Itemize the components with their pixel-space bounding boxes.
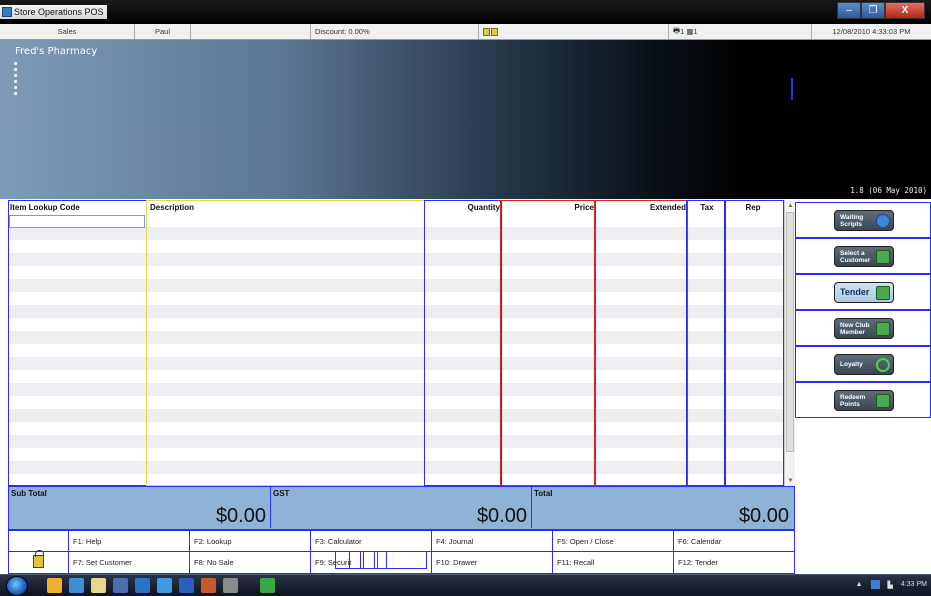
lock-status-field [479, 24, 669, 39]
scroll-down-icon[interactable]: ▼ [785, 475, 796, 486]
tray-clock[interactable]: 4:33 PM [901, 581, 927, 588]
gst-box: GST $0.00 [271, 487, 532, 528]
f8-no-sale-button[interactable]: F8: No Sale [190, 552, 311, 573]
taskbar-app-icon[interactable] [201, 578, 216, 593]
tray-app-icon[interactable] [870, 580, 880, 589]
dots-icon [14, 62, 18, 98]
function-keys: F1: Help F2: Lookup F3: Calculator F4: J… [8, 530, 795, 574]
grid-scrollbar[interactable]: ▲ ▼ [784, 200, 795, 486]
redeem-points-button[interactable]: Redeem Points [795, 382, 931, 418]
drawer-number: 1 [693, 27, 698, 36]
f7-set-customer-button[interactable]: F7: Set Customer [69, 552, 190, 573]
security-icon [483, 27, 490, 36]
heart-icon [876, 358, 890, 372]
overlay-marker [363, 551, 375, 569]
tray-expand-icon[interactable]: ▲ [856, 581, 863, 588]
taskbar-app-icon[interactable] [135, 578, 150, 593]
points-icon [876, 394, 890, 408]
window-title: Store Operations POS [14, 7, 104, 17]
f5-open-close-button[interactable]: F5: Open / Close [553, 531, 674, 552]
total-value: $0.00 [738, 505, 789, 527]
taskbar: ▲ ▙ 4:33 PM [0, 574, 931, 596]
item-grid[interactable]: Item Lookup Code Description Quantity Pr… [8, 200, 795, 486]
taskbar-app-icon[interactable] [157, 578, 172, 593]
column-header-quantity[interactable]: Quantity [426, 200, 502, 214]
cursor-marker [791, 78, 793, 100]
waiting-scripts-button[interactable]: Waiting Scripts [795, 202, 931, 238]
member-icon [876, 322, 890, 336]
maximize-button[interactable]: ❐ [861, 2, 885, 19]
subtotal-label: Sub Total [11, 489, 47, 498]
new-club-member-button[interactable]: New Club Member [795, 310, 931, 346]
mode-field: Sales [0, 24, 135, 39]
scroll-thumb[interactable] [786, 212, 794, 452]
f2-lookup-button[interactable]: F2: Lookup [190, 531, 311, 552]
column-header-lookup[interactable]: Item Lookup Code [8, 200, 146, 214]
register-field: 🖶 1 ▦ 1 [669, 24, 812, 39]
total-box: Total $0.00 [532, 487, 793, 528]
subtotal-box: Sub Total $0.00 [9, 487, 271, 528]
pos-window: Store Operations POS – ❐ X Sales Paul Di… [0, 0, 931, 596]
f10-drawer-button[interactable]: F10: Drawer [432, 552, 553, 573]
tender-icon [876, 286, 890, 300]
taskbar-app-icon[interactable] [91, 578, 106, 593]
version-label: 1.8 (06 May 2010) [850, 186, 927, 195]
f4-journal-button[interactable]: F4: Journal [432, 531, 553, 552]
column-header-rep[interactable]: Rep [726, 200, 780, 214]
f12-tender-button[interactable]: F12: Tender [674, 552, 794, 573]
subtotal-value: $0.00 [215, 505, 266, 527]
fkey-blank [9, 531, 69, 552]
overlay-marker [377, 551, 387, 569]
datetime-field: 12/08/2010 4:33:03 PM [832, 27, 911, 36]
f11-recall-button[interactable]: F11: Recall [553, 552, 674, 573]
item-lookup-input[interactable] [9, 215, 145, 228]
store-banner: Fred's Pharmacy 1.8 (06 May 2010) [0, 40, 931, 199]
select-customer-button[interactable]: Select a Customer [795, 238, 931, 274]
status-bar: Sales Paul Discount: 0.00% 🖶 1 ▦ 1 12/08… [0, 24, 931, 40]
window-title-chip: Store Operations POS [0, 5, 107, 19]
column-header-price[interactable]: Price [502, 200, 596, 214]
loyalty-button[interactable]: Loyalty [795, 346, 931, 382]
app-icon [2, 7, 12, 17]
spacer-field [191, 24, 311, 39]
taskbar-word-icon[interactable] [179, 578, 194, 593]
lock-icon [491, 27, 498, 36]
gst-value: $0.00 [476, 505, 527, 527]
taskbar-app-icon[interactable] [47, 578, 62, 593]
side-buttons: Waiting Scripts Select a Customer Tender N… [795, 200, 931, 418]
total-label: Total [534, 489, 553, 498]
f6-calendar-button[interactable]: F6: Calendar [674, 531, 794, 552]
taskbar-app-icon[interactable] [69, 578, 84, 593]
overlay-marker [349, 551, 361, 569]
register-icon: 🖶 [673, 26, 681, 35]
cashier-field: Paul [135, 24, 191, 39]
column-header-tax[interactable]: Tax [688, 200, 726, 214]
network-icon[interactable]: ▙ [888, 581, 893, 589]
lock-icon-large[interactable] [33, 550, 44, 568]
column-header-extended[interactable]: Extended [596, 200, 688, 214]
gst-label: GST [273, 489, 290, 498]
f3-calculator-button[interactable]: F3: Calculator [311, 531, 432, 552]
column-header-description[interactable]: Description [148, 200, 423, 214]
drawer-icon: ▦ [684, 27, 694, 36]
grid-rows[interactable] [8, 214, 784, 486]
f1-help-button[interactable]: F1: Help [69, 531, 190, 552]
start-button[interactable] [6, 576, 28, 596]
totals-panel: Sub Total $0.00 GST $0.00 Total $0.00 [8, 486, 795, 530]
title-bar: Store Operations POS – ❐ X [0, 0, 931, 24]
store-name: Fred's Pharmacy [15, 46, 98, 57]
pills-icon [876, 214, 890, 228]
taskbar-app-icon[interactable] [223, 578, 238, 593]
window-controls: – ❐ X [837, 2, 925, 19]
tender-button[interactable]: Tender [795, 274, 931, 310]
minimize-button[interactable]: – [837, 2, 861, 19]
close-button[interactable]: X [885, 2, 925, 19]
customer-icon [876, 250, 890, 264]
taskbar-pos-icon[interactable] [260, 578, 275, 593]
taskbar-app-icon[interactable] [113, 578, 128, 593]
discount-field: Discount: 0.00% [311, 24, 479, 39]
system-tray: ▲ ▙ 4:33 PM [856, 580, 927, 589]
